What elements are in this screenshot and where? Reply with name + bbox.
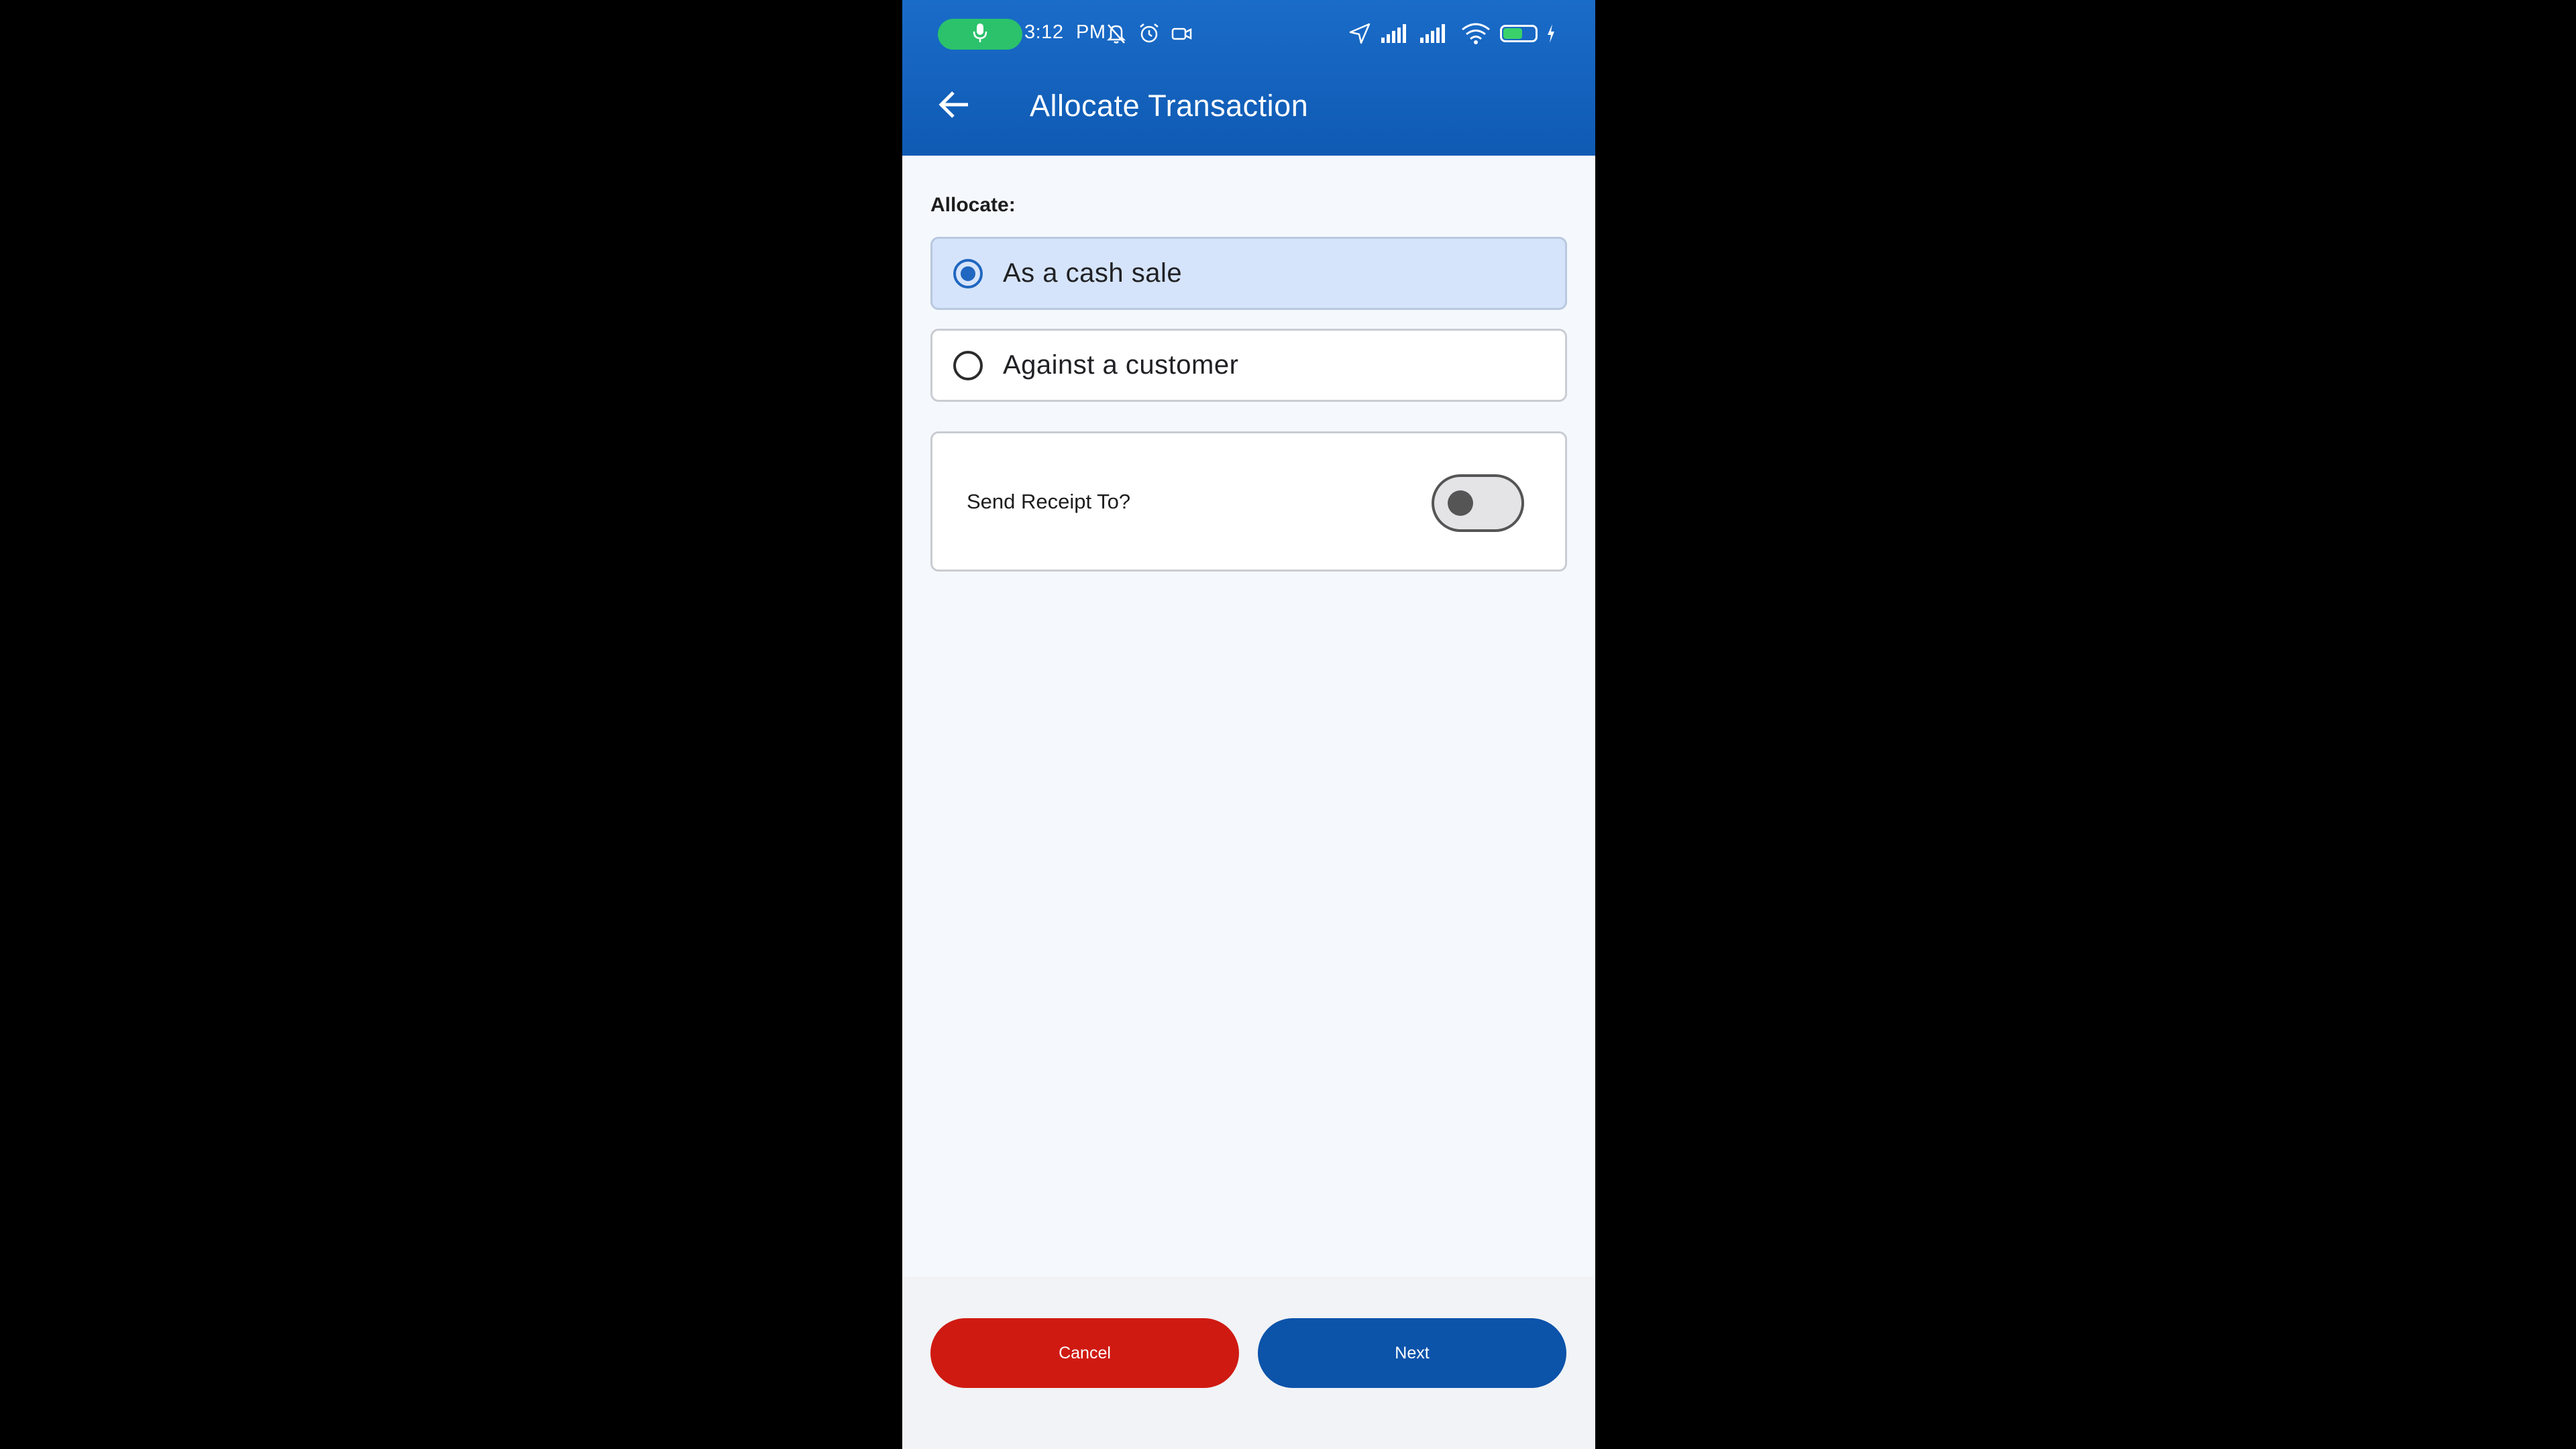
back-button[interactable] bbox=[929, 80, 980, 131]
send-receipt-card: Send Receipt To? bbox=[930, 431, 1567, 572]
option-against-customer-label: Against a customer bbox=[1003, 350, 1239, 380]
signal-icon bbox=[1419, 20, 1448, 47]
battery-icon bbox=[1500, 25, 1538, 42]
alarm-icon bbox=[1137, 20, 1161, 47]
phone-screen: 3:12 PM Allocate Transaction Allocate: A… bbox=[902, 0, 1595, 1449]
radio-button-unchecked[interactable] bbox=[953, 350, 983, 380]
send-receipt-label: Send Receipt To? bbox=[967, 490, 1131, 513]
send-receipt-toggle[interactable] bbox=[1432, 474, 1524, 532]
option-cash-sale[interactable]: As a cash sale bbox=[930, 237, 1567, 310]
video-record-icon bbox=[1171, 20, 1193, 47]
status-time-ampm: PM bbox=[1076, 21, 1106, 43]
status-time-value: 3:12 bbox=[1024, 21, 1064, 43]
allocate-label: Allocate: bbox=[930, 194, 1016, 216]
app-bar: 3:12 PM Allocate Transaction bbox=[902, 0, 1595, 156]
radio-dot bbox=[961, 266, 975, 281]
cancel-button[interactable]: Cancel bbox=[930, 1318, 1239, 1388]
option-cash-sale-label: As a cash sale bbox=[1003, 258, 1183, 288]
bottom-action-bar: Cancel Next bbox=[902, 1277, 1595, 1449]
radio-button-checked[interactable] bbox=[953, 258, 983, 288]
next-button[interactable]: Next bbox=[1258, 1318, 1566, 1388]
wifi-icon bbox=[1460, 20, 1491, 47]
status-time: 3:12 PM bbox=[1024, 21, 1106, 44]
battery-level-fill bbox=[1503, 28, 1522, 39]
signal-icon bbox=[1380, 20, 1409, 47]
arrow-left-icon bbox=[937, 90, 972, 123]
mic-icon bbox=[971, 22, 989, 47]
mic-indicator[interactable] bbox=[938, 19, 1022, 50]
page-title: Allocate Transaction bbox=[1030, 89, 1309, 123]
status-bar: 3:12 PM bbox=[902, 0, 1595, 67]
location-arrow-icon bbox=[1348, 20, 1372, 47]
toggle-knob bbox=[1448, 490, 1473, 516]
charging-icon bbox=[1545, 20, 1557, 47]
option-against-customer[interactable]: Against a customer bbox=[930, 329, 1567, 402]
bell-off-icon bbox=[1105, 20, 1128, 47]
